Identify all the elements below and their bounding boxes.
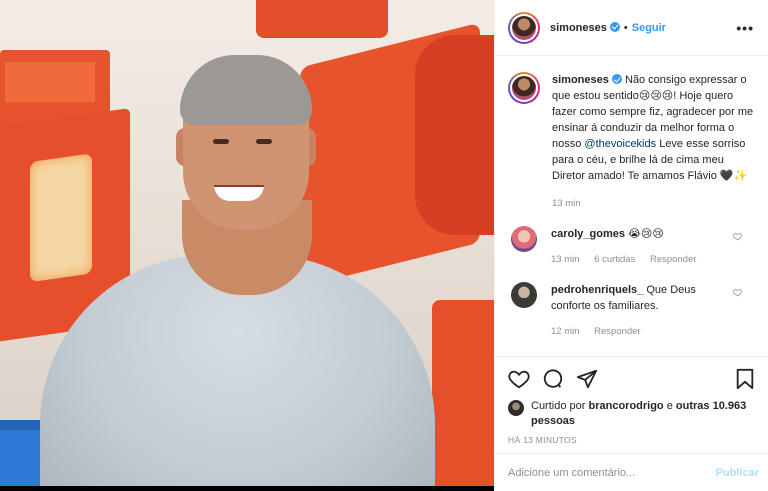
comment-meta: 13 min 6 curtidas Responder [551,252,726,268]
caption-mention-link[interactable]: @thevoicekids [584,138,656,150]
photo-bg-shape [5,62,95,102]
comment-likes[interactable]: 6 curtidas [594,254,635,265]
comment-username[interactable]: pedrohenriquels_ [551,284,643,296]
photo-person-eye [213,139,229,144]
liker-username[interactable]: brancorodrigo [588,400,663,412]
post-timestamp[interactable]: HÁ 13 MINUTOS [508,435,755,445]
liked-by-text: Curtido por brancorodrigo e outras 10.96… [531,399,755,429]
author-username[interactable]: simoneses [550,21,620,34]
commenter-avatar[interactable] [511,282,537,308]
reply-button[interactable]: Responder [594,326,640,337]
photo-bottom-bar [0,486,494,491]
photo-bg-shape [432,300,494,486]
publish-button[interactable]: Publicar [716,467,759,479]
liked-by-connector: e [666,400,673,412]
follow-button[interactable]: Seguir [632,22,666,34]
heart-icon[interactable] [508,368,530,390]
photo-bg-shape [256,0,388,38]
comment-item: pedrohenriquels_ Que Deus conforte os fa… [508,282,754,340]
photo-bg-shape [0,430,40,486]
photo-person-hair [180,55,312,125]
comment-item: caroly_gomes 😭😢😢 13 min 6 curtidas Respo… [508,226,754,268]
author-avatar[interactable] [508,11,540,44]
author-avatar[interactable] [508,72,540,104]
post-side-panel: simoneses • Seguir ••• simoneses Não con… [494,0,768,491]
post-actions: Curtido por brancorodrigo e outras 10.96… [495,356,768,445]
comment-time[interactable]: 13 min [551,254,580,265]
photo-person-eye [256,139,272,144]
caption-username[interactable]: simoneses [552,74,622,86]
heart-icon[interactable] [733,232,742,241]
liked-by-prefix: Curtido por [531,400,586,412]
heart-icon[interactable] [733,288,742,297]
liked-by: Curtido por brancorodrigo e outras 10.96… [508,399,755,429]
post-modal: simoneses • Seguir ••• simoneses Não con… [0,0,768,491]
post-caption: simoneses Não consigo expressar o que es… [508,72,754,212]
bookmark-icon[interactable] [735,368,755,390]
caption-time[interactable]: 13 min [552,198,581,209]
comment-time[interactable]: 12 min [551,326,580,337]
liker-avatar[interactable] [508,400,524,416]
add-comment-bar: Adicione um comentário... Publicar [495,453,768,491]
comment-body: pedrohenriquels_ Que Deus conforte os fa… [551,282,726,340]
caption-text-block: simoneses Não consigo expressar o que es… [552,72,754,212]
comment-body: caroly_gomes 😭😢😢 13 min 6 curtidas Respo… [551,226,726,268]
share-icon[interactable] [576,368,598,390]
comment-input[interactable]: Adicione um comentário... [508,467,635,479]
post-header: simoneses • Seguir ••• [495,0,768,56]
verified-badge-icon [611,74,622,84]
comments-list[interactable]: simoneses Não consigo expressar o que es… [495,56,768,356]
post-photo[interactable] [0,0,494,486]
verified-badge-icon [609,21,620,32]
comment-icon[interactable] [542,368,564,390]
action-icons [508,367,755,391]
more-options-icon[interactable]: ••• [736,20,754,36]
commenter-avatar[interactable] [511,226,537,252]
comment-meta: 12 min Responder [551,324,726,340]
caption-meta: 13 min [552,196,754,212]
photo-bg-shape [415,35,494,235]
reply-button[interactable]: Responder [650,254,696,265]
comment-username[interactable]: caroly_gomes [551,228,625,240]
separator-dot: • [623,21,628,34]
comment-text: 😭😢😢 [628,228,664,240]
